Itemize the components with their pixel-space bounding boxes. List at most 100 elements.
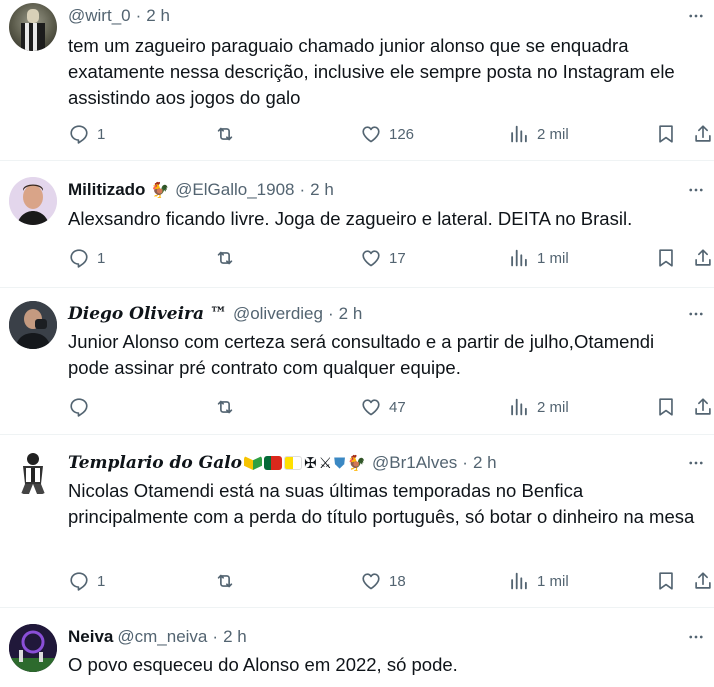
action-bar: 1 18 1 mil [68,569,714,593]
views-count: 1 mil [537,572,569,590]
repost-button[interactable] [214,122,236,146]
repost-icon [214,123,236,145]
heart-icon [360,123,382,145]
post-text: Alexsandro ficando livre. Joga de zaguei… [68,208,633,229]
post-text: Nicolas Otamendi está na suas últimas te… [68,480,695,527]
bookmark-button[interactable] [655,395,677,419]
views-count: 2 mil [537,125,569,143]
like-button[interactable]: 17 [360,246,406,270]
action-bar: 47 2 mil [68,395,714,419]
reply-icon [68,247,90,269]
shield-icon: ⛊ [334,454,346,472]
repost-button[interactable] [214,569,236,593]
avatar[interactable] [9,3,57,51]
separator-dot: · [462,453,468,472]
reply-button[interactable]: 1 [68,122,105,146]
post[interactable]: @wirt_0 · 2 h tem um zagueiro paraguaio … [0,0,714,161]
post-handle[interactable]: @cm_neiva [117,627,207,647]
more-icon[interactable] [686,180,706,200]
post[interactable]: Neiva @cm_neiva · 2 h O povo esqueceu do… [0,608,714,687]
post-time[interactable]: 2 h [223,627,247,647]
like-count: 47 [389,398,406,416]
post[interactable]: Diego Oliveira ™ @oliverdieg · 2 h Junio… [0,288,714,435]
views-icon [508,396,530,418]
reply-button[interactable]: 1 [68,246,105,270]
post-handle[interactable]: @oliverdieg [233,304,323,324]
views-button[interactable]: 1 mil [508,569,569,593]
more-icon[interactable] [686,6,706,26]
bookmark-icon [655,123,677,145]
bookmark-button[interactable] [655,246,677,270]
views-button[interactable]: 1 mil [508,246,569,270]
post-text: tem um zagueiro paraguaio chamado junior… [68,35,675,108]
cross-icon: ✠ [304,455,317,472]
views-icon [508,570,530,592]
reply-button[interactable] [68,395,90,419]
more-icon[interactable] [686,304,706,324]
reply-count: 1 [97,572,106,590]
bookmark-button[interactable] [655,122,677,146]
portugal-flag-icon [264,456,283,470]
crossed-swords-icon: ⚔ [318,455,333,472]
post-time[interactable]: 2 h [339,304,363,324]
views-icon [508,123,530,145]
like-button[interactable]: 126 [360,122,414,146]
post-time[interactable]: 2 h [310,180,334,200]
share-icon [692,570,714,592]
action-bar: 1 126 2 mil [68,122,714,146]
avatar[interactable] [9,624,57,672]
avatar[interactable] [9,177,57,225]
like-button[interactable]: 18 [360,569,406,593]
post-text: Junior Alonso com certeza será consultad… [68,331,655,378]
repost-button[interactable] [214,246,236,270]
rooster-icon: 🐓 [150,182,170,199]
rooster-icon: 🐓 [347,455,366,472]
heart-icon [360,570,382,592]
post-display-name[interactable]: Templario do Galo [68,453,242,473]
like-count: 18 [389,572,406,590]
reply-count: 1 [97,249,106,267]
like-button[interactable]: 47 [360,395,406,419]
share-button[interactable] [692,395,714,419]
like-count: 17 [389,249,406,267]
post-handle[interactable]: @Br1Alves [372,453,457,473]
post-display-name[interactable]: Diego Oliveira ™ [68,304,227,324]
bookmark-icon [655,247,677,269]
views-count: 2 mil [537,398,569,416]
post-display-name[interactable]: Neiva [68,627,113,647]
share-button[interactable] [692,122,714,146]
post[interactable]: Militizado 🐓 @ElGallo_1908 · 2 h Alexsan… [0,161,714,288]
separator-dot: · [327,304,334,323]
reply-count: 1 [97,125,106,143]
beginner-badge-icon [244,456,263,470]
bookmark-icon [655,570,677,592]
views-icon [508,247,530,269]
avatar[interactable] [9,301,57,349]
separator-dot: · [299,180,306,199]
post-handle[interactable]: @ElGallo_1908 [175,180,294,200]
share-icon [692,396,714,418]
more-icon[interactable] [686,453,706,473]
post[interactable]: Templario do Galo ✠ ⚔ ⛊ 🐓 @Br1Alves · 2 … [0,435,714,608]
share-button[interactable] [692,569,714,593]
post-time[interactable]: 2 h [146,6,170,26]
share-icon [692,123,714,145]
more-icon[interactable] [686,627,706,647]
post-handle[interactable]: @wirt_0 [68,6,131,26]
vatican-flag-icon [284,456,303,470]
repost-icon [214,570,236,592]
repost-button[interactable] [214,395,236,419]
views-button[interactable]: 2 mil [508,122,569,146]
like-count: 126 [389,125,415,143]
bookmark-icon [655,396,677,418]
views-button[interactable]: 2 mil [508,395,569,419]
post-time[interactable]: 2 h [473,453,497,473]
action-bar: 1 17 1 mil [68,246,714,270]
post-display-name[interactable]: Militizado [68,180,145,200]
repost-icon [214,247,236,269]
avatar[interactable] [9,448,57,496]
share-button[interactable] [692,246,714,270]
reply-button[interactable]: 1 [68,569,105,593]
bookmark-button[interactable] [655,569,677,593]
heart-icon [360,247,382,269]
